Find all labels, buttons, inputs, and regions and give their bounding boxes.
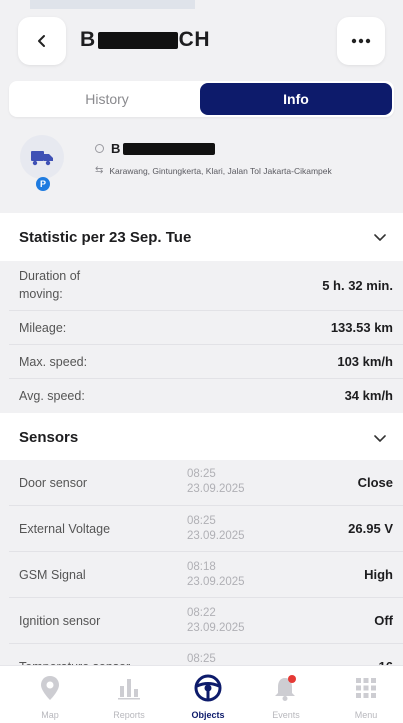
nav-map[interactable]: Map xyxy=(20,674,80,720)
redacted-block xyxy=(97,31,178,49)
sensor-time: 08:18 23.09.2025 xyxy=(187,560,245,590)
back-button[interactable] xyxy=(18,17,66,65)
parking-badge: P xyxy=(36,177,50,191)
app-screen: B CH History Info P B ⇆ Karawang, Gintun… xyxy=(0,0,403,723)
sensor-value: Close xyxy=(357,475,393,490)
sensors-header[interactable]: Sensors xyxy=(0,413,403,460)
nav-objects[interactable]: Objects xyxy=(178,674,238,720)
nav-label: Events xyxy=(272,710,300,720)
sensor-label: Ignition sensor xyxy=(19,614,101,628)
chevron-down-icon xyxy=(374,435,386,442)
nav-label: Map xyxy=(41,710,59,720)
sensor-time-value: 08:22 xyxy=(187,607,216,619)
stat-row-max-speed: Max. speed: 103 km/h xyxy=(9,345,403,379)
sensors-title: Sensors xyxy=(19,429,79,446)
stat-value: 34 km/h xyxy=(344,388,393,403)
nav-label: Objects xyxy=(191,710,225,720)
stat-label: Max. speed: xyxy=(19,355,88,369)
object-address: ⇆ Karawang, Gintungkerta, Klari, Jalan T… xyxy=(95,165,332,176)
avatar xyxy=(20,135,64,179)
tab-history[interactable]: History xyxy=(11,83,203,115)
stat-value: 103 km/h xyxy=(337,354,393,369)
stat-value: 133.53 km xyxy=(330,320,393,335)
sensor-label: GSM Signal xyxy=(19,568,86,582)
address-text: Karawang, Gintungkerta, Klari, Jalan Tol… xyxy=(109,165,332,176)
stat-label: Avg. speed: xyxy=(19,389,85,403)
steering-wheel-icon xyxy=(194,674,222,702)
sensor-time: 08:22 23.09.2025 xyxy=(187,606,245,636)
object-name: B xyxy=(95,141,216,156)
sensor-value: High xyxy=(364,567,393,582)
sensor-date-value: 23.09.2025 xyxy=(187,530,245,542)
status-strip xyxy=(30,0,195,9)
sensor-value: Off xyxy=(374,613,393,628)
nav-events[interactable]: Events xyxy=(256,674,316,720)
nav-reports[interactable]: Reports xyxy=(99,674,159,720)
page-title: B CH xyxy=(80,28,210,52)
nav-label: Reports xyxy=(113,710,145,720)
redacted-block xyxy=(123,142,216,155)
statistics-header[interactable]: Statistic per 23 Sep. Tue xyxy=(0,213,403,261)
truck-icon xyxy=(31,151,53,166)
sensor-row-gsm: GSM Signal 08:18 23.09.2025 High xyxy=(9,552,403,598)
grid-icon xyxy=(356,678,376,698)
bell-icon xyxy=(275,675,296,701)
stat-label: Duration of moving: xyxy=(19,269,81,301)
sensor-date-value: 23.09.2025 xyxy=(187,622,245,634)
sensor-date-value: 23.09.2025 xyxy=(187,576,245,588)
status-dot-icon xyxy=(95,144,104,153)
object-card[interactable]: P B ⇆ Karawang, Gintungkerta, Klari, Jal… xyxy=(0,123,403,200)
sensor-row-voltage: External Voltage 08:25 23.09.2025 26.95 … xyxy=(9,506,403,552)
statistics-title: Statistic per 23 Sep. Tue xyxy=(19,229,192,246)
sensor-label: Door sensor xyxy=(19,476,88,490)
map-pin-icon xyxy=(41,676,59,700)
title-suffix: CH xyxy=(178,28,211,51)
stat-row-avg-speed: Avg. speed: 34 km/h xyxy=(9,379,403,413)
sensor-date-value: 23.09.2025 xyxy=(187,483,245,495)
stat-row-mileage: Mileage: 133.53 km xyxy=(9,311,403,345)
stat-row-duration: Duration of moving: 5 h. 32 min. xyxy=(9,261,403,311)
bottom-nav: Map Reports Objects Events Menu xyxy=(0,665,403,723)
sensor-time-value: 08:25 xyxy=(187,468,216,480)
chevron-left-icon xyxy=(38,35,45,47)
stat-value: 5 h. 32 min. xyxy=(322,278,393,293)
stat-label: Mileage: xyxy=(19,321,67,335)
sensor-row-ignition: Ignition sensor 08:22 23.09.2025 Off xyxy=(9,598,403,644)
sensor-label: External Voltage xyxy=(19,522,111,536)
chevron-down-icon xyxy=(374,234,386,241)
sensor-time-value: 08:25 xyxy=(187,515,216,527)
title-prefix: B xyxy=(80,28,96,51)
nav-menu[interactable]: Menu xyxy=(336,674,396,720)
sensor-time-value: 08:18 xyxy=(187,561,216,573)
more-options-button[interactable] xyxy=(337,17,385,65)
tab-bar: History Info xyxy=(9,81,394,117)
route-icon: ⇆ xyxy=(95,165,104,176)
sensor-value: 26.95 V xyxy=(348,521,393,536)
sensor-time: 08:25 23.09.2025 xyxy=(187,467,245,497)
nav-label: Menu xyxy=(354,710,378,720)
more-dots-icon xyxy=(351,38,371,44)
sensor-time: 08:25 23.09.2025 xyxy=(187,514,245,544)
header: B CH xyxy=(0,9,403,73)
object-name-prefix: B xyxy=(111,141,121,156)
bar-chart-icon xyxy=(118,679,140,700)
tab-info[interactable]: Info xyxy=(200,83,392,115)
sensor-row-door: Door sensor 08:25 23.09.2025 Close xyxy=(9,460,403,506)
